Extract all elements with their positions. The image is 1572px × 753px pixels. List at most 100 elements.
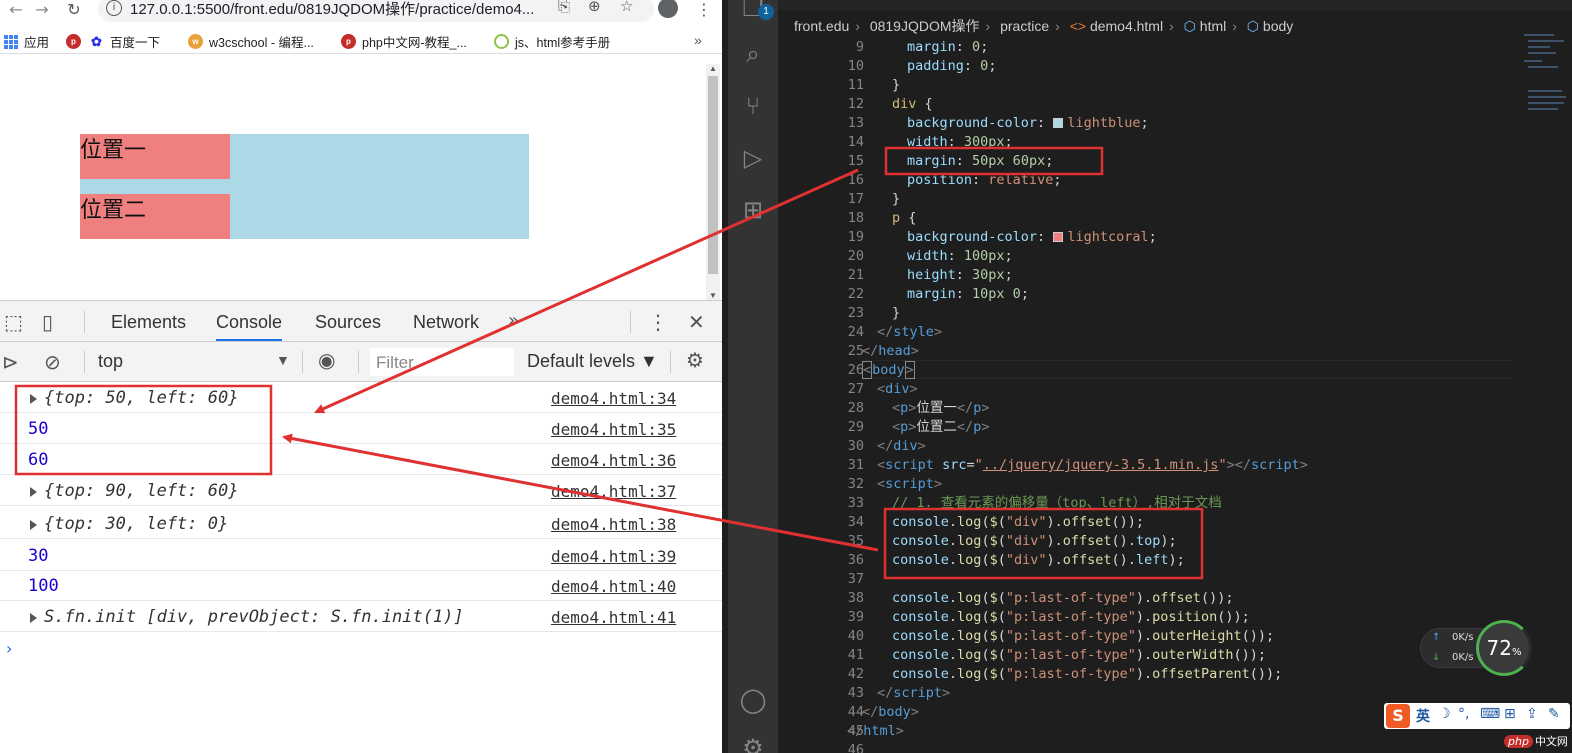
- bookmark-baidu-link[interactable]: p ✿ 百度一下: [66, 32, 160, 51]
- context-selector[interactable]: top: [98, 351, 123, 372]
- chevron-down-icon[interactable]: ▼: [276, 352, 290, 368]
- breadcrumb-item[interactable]: body: [1263, 18, 1293, 34]
- run-debug-icon[interactable]: ▷: [728, 144, 778, 172]
- console-row[interactable]: 60 demo4.html:36: [0, 445, 722, 475]
- forward-arrow-icon[interactable]: →: [30, 0, 54, 20]
- console-toolbar: ⊳ ⊘ top ▼ ◉ Filter Default levels ▼ ⚙: [0, 342, 722, 382]
- php-favicon-icon: p: [66, 34, 81, 49]
- scrollbar-thumb[interactable]: [708, 76, 718, 274]
- source-control-icon[interactable]: ⑂: [728, 92, 778, 120]
- code-line: div {: [892, 96, 933, 112]
- settings-gear-icon[interactable]: ⚙: [728, 734, 778, 753]
- scroll-down-icon[interactable]: ▼: [709, 291, 717, 300]
- console-source-link[interactable]: demo4.html:34: [551, 389, 676, 408]
- translate-icon[interactable]: ⎘: [558, 0, 570, 15]
- tab-elements[interactable]: Elements: [111, 312, 186, 333]
- devtools-menu-icon[interactable]: ⋮: [648, 310, 668, 334]
- chrome-menu-icon[interactable]: ⋮: [696, 0, 712, 19]
- minimap[interactable]: [1522, 30, 1566, 130]
- code-line: console.log($("p:last-of-type").outerWid…: [892, 647, 1266, 663]
- url-omnibox[interactable]: i 127.0.0.1:5500/front.edu/0819JQDOM操作/p…: [98, 0, 654, 22]
- line-number: 12: [847, 96, 864, 112]
- console-row[interactable]: 30 demo4.html:39: [0, 541, 722, 571]
- breadcrumb-item[interactable]: html: [1200, 18, 1226, 34]
- console-row[interactable]: S.fn.init [div, prevObject: S.fn.init(1)…: [0, 602, 722, 632]
- search-icon[interactable]: ⌕: [728, 40, 778, 68]
- baidu-paw-icon: ✿: [89, 34, 104, 49]
- ime-language-toggle[interactable]: 英: [1416, 706, 1430, 726]
- console-source-link[interactable]: demo4.html:38: [551, 515, 676, 534]
- scroll-up-icon[interactable]: ▲: [709, 64, 717, 73]
- sidebar-toggle-icon[interactable]: ⊳: [2, 350, 19, 374]
- element-cube-icon: ⬡: [1183, 18, 1196, 34]
- more-tabs-icon[interactable]: »: [508, 310, 519, 331]
- line-number: 14: [847, 134, 864, 150]
- bookmark-star-icon[interactable]: ☆: [620, 0, 633, 15]
- code-line: </div>: [877, 438, 926, 454]
- tab-sources[interactable]: Sources: [315, 312, 381, 333]
- log-levels-dropdown[interactable]: Default levels ▼: [527, 351, 658, 372]
- expand-triangle-icon[interactable]: [30, 613, 37, 623]
- expand-triangle-icon[interactable]: [30, 487, 37, 497]
- console-row[interactable]: {top: 50, left: 60} demo4.html:34: [0, 383, 722, 413]
- moon-icon[interactable]: ☽: [1438, 706, 1451, 722]
- expand-triangle-icon[interactable]: [30, 394, 37, 404]
- site-info-icon[interactable]: i: [106, 0, 122, 16]
- console-output: {top: 50, left: 60} demo4.html:34 50 dem…: [0, 383, 722, 753]
- url-text[interactable]: 127.0.0.1:5500/front.edu/0819JQDOM操作/pra…: [130, 0, 534, 19]
- punctuation-icon[interactable]: °,: [1458, 706, 1469, 722]
- reload-icon[interactable]: ↻: [62, 0, 86, 20]
- inspect-element-icon[interactable]: ⬚: [4, 310, 23, 334]
- back-arrow-icon[interactable]: ←: [4, 0, 28, 20]
- console-row[interactable]: 100 demo4.html:40: [0, 571, 722, 601]
- console-source-link[interactable]: demo4.html:35: [551, 420, 676, 439]
- network-speed-widget[interactable]: ↑ 0K/s ↓ 0K/s 72%: [1420, 620, 1534, 676]
- color-swatch-lightcoral[interactable]: [1053, 232, 1064, 242]
- filter-input[interactable]: Filter: [370, 348, 514, 376]
- account-icon[interactable]: ◯: [728, 686, 778, 714]
- bookmark-php-link[interactable]: p php中文网-教程_...: [341, 32, 467, 51]
- sogou-logo-icon[interactable]: S: [1386, 704, 1410, 728]
- console-source-link[interactable]: demo4.html:41: [551, 608, 676, 627]
- console-source-link[interactable]: demo4.html:39: [551, 547, 676, 566]
- close-devtools-icon[interactable]: ✕: [688, 310, 705, 334]
- device-toolbar-icon[interactable]: ▯: [42, 310, 53, 334]
- console-prompt-icon[interactable]: ›: [6, 639, 12, 658]
- extensions-icon[interactable]: ⊞: [728, 196, 778, 224]
- breadcrumb-item[interactable]: front.edu: [794, 18, 849, 34]
- clear-console-icon[interactable]: ⊘: [44, 350, 61, 374]
- console-row[interactable]: 50 demo4.html:35: [0, 414, 722, 444]
- code-line: padding: 0;: [907, 58, 997, 74]
- console-source-link[interactable]: demo4.html:40: [551, 577, 676, 596]
- code-area[interactable]: 9 10 11 12 13 14 15 16 17 18 19 20 21 22 23 24 25 26 27 28 2…: [778, 38, 1518, 753]
- gear-icon[interactable]: ⚙: [686, 348, 704, 372]
- upload-icon[interactable]: ⇪: [1526, 706, 1538, 722]
- html-file-icon: <>: [1069, 18, 1087, 34]
- wrench-icon[interactable]: ✎: [1548, 706, 1560, 722]
- tab-network[interactable]: Network: [413, 312, 479, 333]
- console-row[interactable]: {top: 90, left: 60} demo4.html:37: [0, 476, 722, 506]
- tab-console[interactable]: Console: [216, 312, 283, 341]
- bookmark-w3cschool-link[interactable]: w w3cschool - 编程...: [188, 32, 314, 51]
- console-source-link[interactable]: demo4.html:36: [551, 451, 676, 470]
- breadcrumb-item[interactable]: practice: [1000, 18, 1049, 34]
- line-number: 31: [847, 457, 864, 473]
- console-source-link[interactable]: demo4.html:37: [551, 482, 676, 501]
- keyboard-icon[interactable]: ⌨: [1480, 706, 1500, 722]
- eye-icon[interactable]: ◉: [318, 348, 335, 372]
- profile-avatar-icon[interactable]: [658, 0, 678, 18]
- breadcrumb-item[interactable]: demo4.html: [1090, 18, 1163, 34]
- color-swatch-lightblue[interactable]: [1053, 118, 1064, 128]
- expand-triangle-icon[interactable]: [30, 520, 37, 530]
- bookmark-js-link[interactable]: js、html参考手册: [494, 32, 610, 51]
- zoom-icon[interactable]: ⊕: [588, 0, 601, 15]
- skin-icon[interactable]: ⊞: [1504, 706, 1516, 722]
- breadcrumb-item[interactable]: 0819JQDOM操作: [870, 18, 980, 34]
- bookmark-apps[interactable]: 应用: [4, 32, 49, 51]
- ime-toolbar[interactable]: S 英 ☽ °, ⌨ ⊞ ⇪ ✎: [1384, 703, 1570, 729]
- page-scrollbar[interactable]: ▲ ▼: [706, 64, 720, 300]
- line-number: 36: [847, 552, 864, 568]
- code-line: console.log($("div").offset().left);: [892, 552, 1185, 568]
- bookmarks-more-icon[interactable]: »: [694, 32, 702, 48]
- console-row[interactable]: {top: 30, left: 0} demo4.html:38: [0, 509, 722, 539]
